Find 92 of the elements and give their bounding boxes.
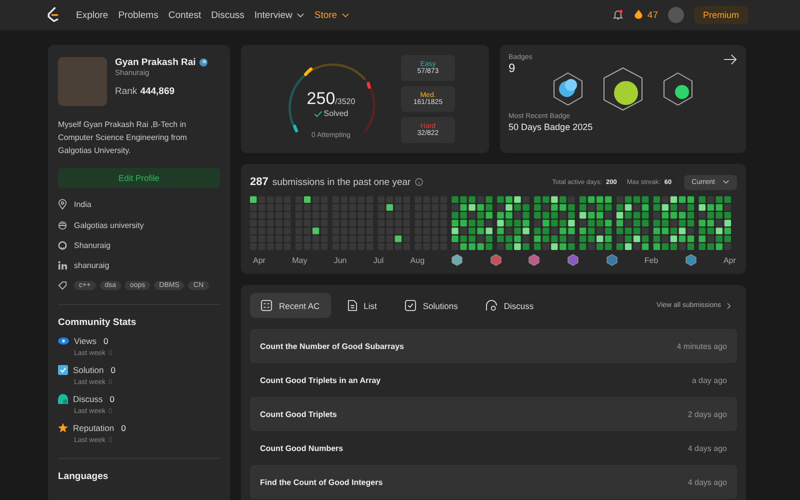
chat-bubble-icon (486, 300, 497, 311)
stat-value: 0 (104, 336, 108, 346)
solved-total: /3520 (335, 97, 356, 106)
badge-icon[interactable] (662, 72, 693, 106)
submission-time: 4 days ago (688, 478, 727, 486)
submission-row[interactable]: Count Good Numbers 4 days ago (250, 431, 737, 465)
document-icon (348, 300, 357, 311)
stat-label: Views (74, 336, 97, 346)
profile-bio: Myself Gyan Prakash Rai ,B-Tech in Computer Science Engineering from Galgotias University. (58, 119, 188, 157)
location-pin-icon (58, 199, 67, 210)
stat-value: 0 (110, 394, 114, 404)
solved-label: Solved (324, 109, 348, 118)
submissions-tab[interactable]: List (336, 293, 388, 318)
stat-label: Reputation (73, 423, 114, 433)
chat-bubble-icon (58, 394, 68, 404)
premium-button[interactable]: Premium (694, 6, 748, 24)
stat-label: Solution (73, 365, 104, 375)
badge-icon[interactable] (602, 67, 643, 111)
nav-link[interactable]: Problems (118, 10, 158, 20)
check-icon (314, 110, 322, 116)
month-label: Jul (373, 256, 384, 264)
problem-title: Count the Number of Good Subarrays (260, 342, 404, 350)
badge-icon[interactable] (606, 254, 618, 266)
badge-icon[interactable] (684, 254, 697, 266)
badge-icon[interactable] (528, 254, 540, 266)
edit-profile-button[interactable]: Edit Profile (58, 168, 220, 188)
month-label: Apr (253, 256, 266, 264)
notification-bell-icon[interactable] (612, 9, 624, 21)
nav-link[interactable]: Store (314, 10, 350, 20)
eye-icon (58, 337, 69, 345)
info-icon[interactable] (414, 178, 423, 186)
stat-value: 0 (121, 423, 126, 433)
streak-count[interactable]: 47 (647, 10, 658, 20)
month-label: Aug (410, 256, 425, 264)
profile-detail[interactable]: Shanuraig (74, 241, 110, 250)
submissions-caption: submissions in the past one year (272, 176, 411, 188)
submission-time: 2 days ago (688, 410, 727, 418)
nav-link[interactable]: Contest (168, 10, 202, 20)
github-icon (58, 241, 67, 250)
tag-icon (58, 281, 67, 290)
month-label: May (292, 256, 308, 264)
submission-time: 4 minutes ago (676, 342, 727, 350)
logo-icon[interactable] (46, 7, 60, 23)
submissions-tab[interactable]: Recent AC (250, 293, 331, 318)
problem-title: Count Good Triplets in an Array (260, 376, 381, 384)
badges-count: 9 (508, 61, 516, 75)
checkbox-icon (404, 300, 416, 311)
star-icon (58, 423, 68, 433)
submissions-count: 287 (250, 176, 268, 188)
month-label: Feb (644, 256, 658, 264)
checkbox-icon (58, 365, 68, 375)
problem-title: Count Good Numbers (260, 444, 344, 452)
rank-value: 444,869 (140, 86, 175, 97)
community-stats-title: Community Stats (58, 317, 138, 328)
building-icon (58, 221, 67, 230)
month-label: Apr (723, 256, 736, 264)
profile-detail: India (74, 200, 92, 209)
nav-link[interactable]: Interview (254, 10, 304, 20)
submissions-tab[interactable]: Solutions (394, 293, 469, 318)
languages-title: Languages (58, 471, 110, 482)
rank-label: Rank (115, 86, 138, 97)
arrow-right-icon[interactable] (724, 54, 737, 65)
profile-photo-placeholder (58, 57, 107, 106)
submission-row[interactable]: Find the Count of Good Integers 4 days ago (250, 465, 737, 499)
profile-detail[interactable]: shanuraig (74, 261, 110, 270)
stat-value: 0 (110, 365, 116, 375)
flame-icon (634, 9, 644, 21)
badge-icon[interactable] (552, 72, 583, 106)
badge-icon[interactable] (451, 254, 464, 266)
stat-label: Discuss (73, 394, 103, 404)
profile-name: Gyan Prakash Rai (115, 57, 196, 68)
solved-count: 250 (306, 89, 336, 108)
submission-row[interactable]: Count Good Triplets 2 days ago (250, 397, 737, 431)
chevron-right-icon (727, 302, 731, 308)
checklist-icon (261, 300, 272, 311)
badge-icon[interactable] (567, 254, 580, 266)
linkedin-icon (58, 261, 67, 270)
chevron-down-icon (723, 180, 729, 184)
submission-time: 4 days ago (688, 444, 727, 452)
profile-detail: Galgotias university (74, 221, 144, 230)
nav-link[interactable]: Explore (76, 10, 108, 20)
recent-badge-name: 50 Days Badge 2025 (508, 122, 594, 132)
submission-row[interactable]: Count the Number of Good Subarrays 4 minutes ago (250, 329, 737, 363)
month-label: Jun (334, 256, 347, 264)
problem-title: Find the Count of Good Integers (260, 478, 383, 486)
badge-icon[interactable] (490, 254, 502, 266)
submissions-tab[interactable]: Discuss (474, 293, 545, 318)
submission-row[interactable]: Count Good Triplets in an Array a day ago (250, 363, 737, 397)
nav-link[interactable]: Discuss (211, 10, 244, 20)
submission-time: a day ago (692, 376, 727, 384)
verified-icon (198, 58, 208, 67)
problem-title: Count Good Triplets (260, 410, 337, 418)
